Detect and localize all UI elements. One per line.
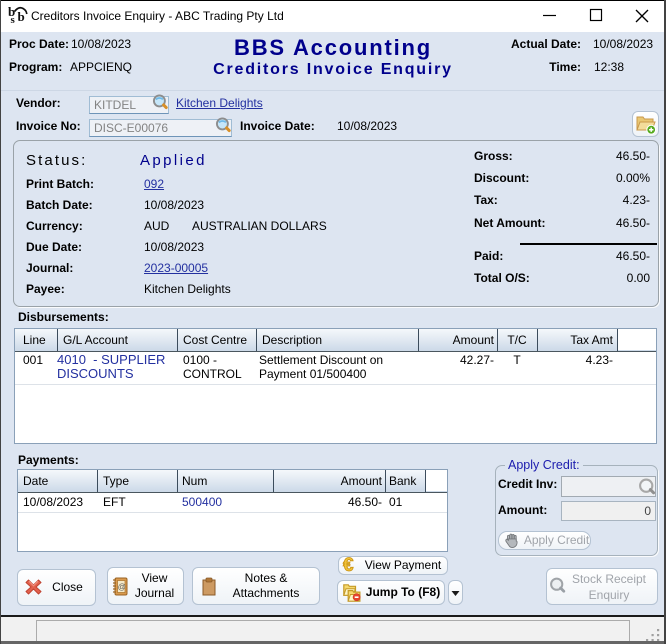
svg-text:b: b <box>18 9 25 24</box>
svg-text:s: s <box>11 14 16 25</box>
svg-text:€: € <box>343 555 354 574</box>
svg-text:@: @ <box>118 583 126 592</box>
